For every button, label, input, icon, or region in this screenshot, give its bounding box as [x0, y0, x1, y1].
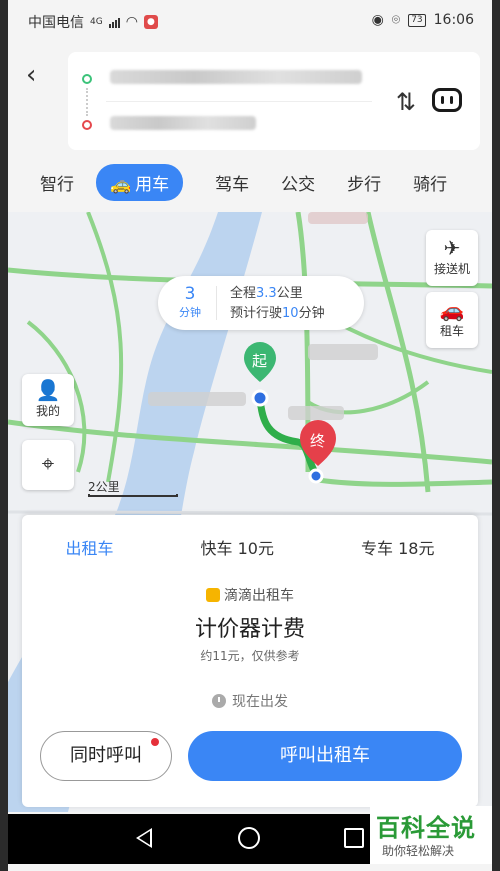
car-rental-label: 租车: [439, 324, 464, 338]
eta-minutes: 3: [184, 284, 196, 304]
location-icon: ⌾: [391, 12, 401, 28]
call-taxi-button[interactable]: 呼叫出租车: [188, 731, 462, 781]
phone-screen: 中国电信 4G ◠ ● ◉ ⌾ 73 16:06 ‹ ⇅ 智行 🚕 用车 驾车 公…: [8, 0, 492, 871]
eta-block: 3 分钟: [172, 284, 208, 320]
notification-dot: [151, 738, 159, 746]
mine-button[interactable]: 👤 我的: [22, 374, 74, 426]
tab-taxi[interactable]: 出租车: [66, 535, 114, 559]
tab-premier[interactable]: 专车 18元: [361, 535, 434, 559]
person-icon: 👤: [35, 378, 61, 402]
tab-drive[interactable]: 驾车: [215, 170, 249, 195]
tab-express[interactable]: 快车 10元: [201, 535, 274, 559]
didi-icon: [206, 588, 220, 602]
network-type: 4G: [90, 17, 103, 27]
distance-prefix: 全程: [230, 286, 257, 301]
start-point: [251, 389, 269, 407]
mine-label: 我的: [35, 404, 60, 418]
start-location-input[interactable]: [110, 70, 362, 84]
road: [317, 477, 492, 487]
fare-title: 计价器计费: [194, 617, 305, 642]
nav-recent-icon[interactable]: [344, 828, 364, 848]
route-divider: [106, 101, 372, 102]
tab-walk[interactable]: 步行: [347, 170, 381, 195]
mode-tabs: 智行 🚕 用车 驾车 公交 步行 骑行: [8, 162, 492, 202]
provider-name: 滴滴出租车: [224, 588, 294, 604]
fare-note: 约11元，仅供参考: [200, 649, 300, 663]
route-summary-text: 全程3.3公里 预计行驶10分钟: [230, 284, 325, 324]
route-summary-bubble: 3 分钟 全程3.3公里 预计行驶10分钟: [158, 276, 364, 330]
watermark-subtitle: 助你轻松解决: [382, 844, 455, 858]
drive-unit: 分钟: [298, 306, 325, 321]
clock-time: 16:06: [433, 12, 474, 28]
blurred-label: [308, 344, 378, 360]
clock-icon: [212, 694, 226, 708]
depart-label: 现在出发: [232, 694, 288, 710]
distance-unit: 公里: [276, 286, 303, 301]
status-bar: 中国电信 4G ◠ ● ◉ ⌾ 73 16:06: [8, 0, 492, 42]
battery-icon: 73: [408, 13, 426, 27]
rental-car-icon: 🚗: [439, 298, 465, 322]
depart-time-selector[interactable]: 现在出发: [22, 691, 478, 711]
route-connector: [86, 88, 88, 116]
car-icon: 🚕: [110, 174, 132, 195]
plane-icon: ✈: [443, 236, 461, 260]
drive-prefix: 预计行驶: [230, 306, 283, 321]
start-marker-label: 起: [252, 352, 268, 370]
road: [8, 510, 492, 516]
end-point: [308, 468, 324, 484]
call-both-button[interactable]: 同时呼叫: [40, 731, 172, 781]
swap-icon[interactable]: ⇅: [396, 88, 416, 116]
tab-bus[interactable]: 公交: [281, 170, 315, 195]
tab-ride-label: 用车: [135, 174, 170, 195]
back-icon[interactable]: ‹: [26, 60, 56, 90]
blurred-label: [288, 406, 344, 420]
wifi-icon: ◠: [125, 14, 138, 30]
ride-card: 出租车 快车 10元 专车 18元 滴滴出租车 计价器计费 约11元，仅供参考 …: [22, 515, 478, 807]
eye-icon: ◉: [371, 12, 384, 28]
airport-transfer-label: 接送机: [433, 262, 470, 276]
tab-bike[interactable]: 骑行: [413, 170, 447, 195]
route-input-box: ⇅: [68, 52, 480, 150]
bubble-divider: [216, 286, 217, 320]
tab-smart[interactable]: 智行: [40, 170, 74, 195]
end-marker-label: 终: [310, 432, 326, 450]
call-both-label: 同时呼叫: [70, 745, 142, 766]
eta-unit: 分钟: [179, 306, 201, 319]
nav-back-icon[interactable]: [136, 828, 152, 848]
voice-icon[interactable]: [432, 88, 462, 112]
drive-minutes: 10: [282, 306, 299, 321]
mic-icon: ●: [143, 15, 158, 29]
car-rental-button[interactable]: 🚗 租车: [426, 292, 478, 348]
road: [86, 212, 124, 483]
airport-transfer-button[interactable]: ✈ 接送机: [426, 230, 478, 286]
provider: 滴滴出租车: [22, 585, 478, 605]
carrier-label: 中国电信: [28, 15, 84, 31]
scale-label: 2公里: [88, 480, 120, 494]
locate-icon: ⌖: [41, 452, 55, 477]
scale-bar: [88, 494, 178, 497]
watermark: 百科全说 助你轻松解决: [370, 806, 492, 864]
end-location-input[interactable]: [110, 116, 256, 130]
watermark-title: 百科全说: [376, 814, 476, 842]
blurred-label: [148, 392, 246, 406]
tab-ride[interactable]: 🚕 用车: [96, 163, 184, 201]
distance-value: 3.3: [256, 286, 277, 301]
signal-icon: [108, 16, 120, 28]
nav-home-icon[interactable]: [238, 827, 260, 849]
blurred-label: [308, 212, 368, 224]
start-dot-icon: [82, 74, 92, 84]
end-dot-icon: [82, 120, 92, 130]
ride-type-tabs: 出租车 快车 10元 专车 18元: [22, 535, 478, 559]
locate-button[interactable]: ⌖: [22, 440, 74, 490]
